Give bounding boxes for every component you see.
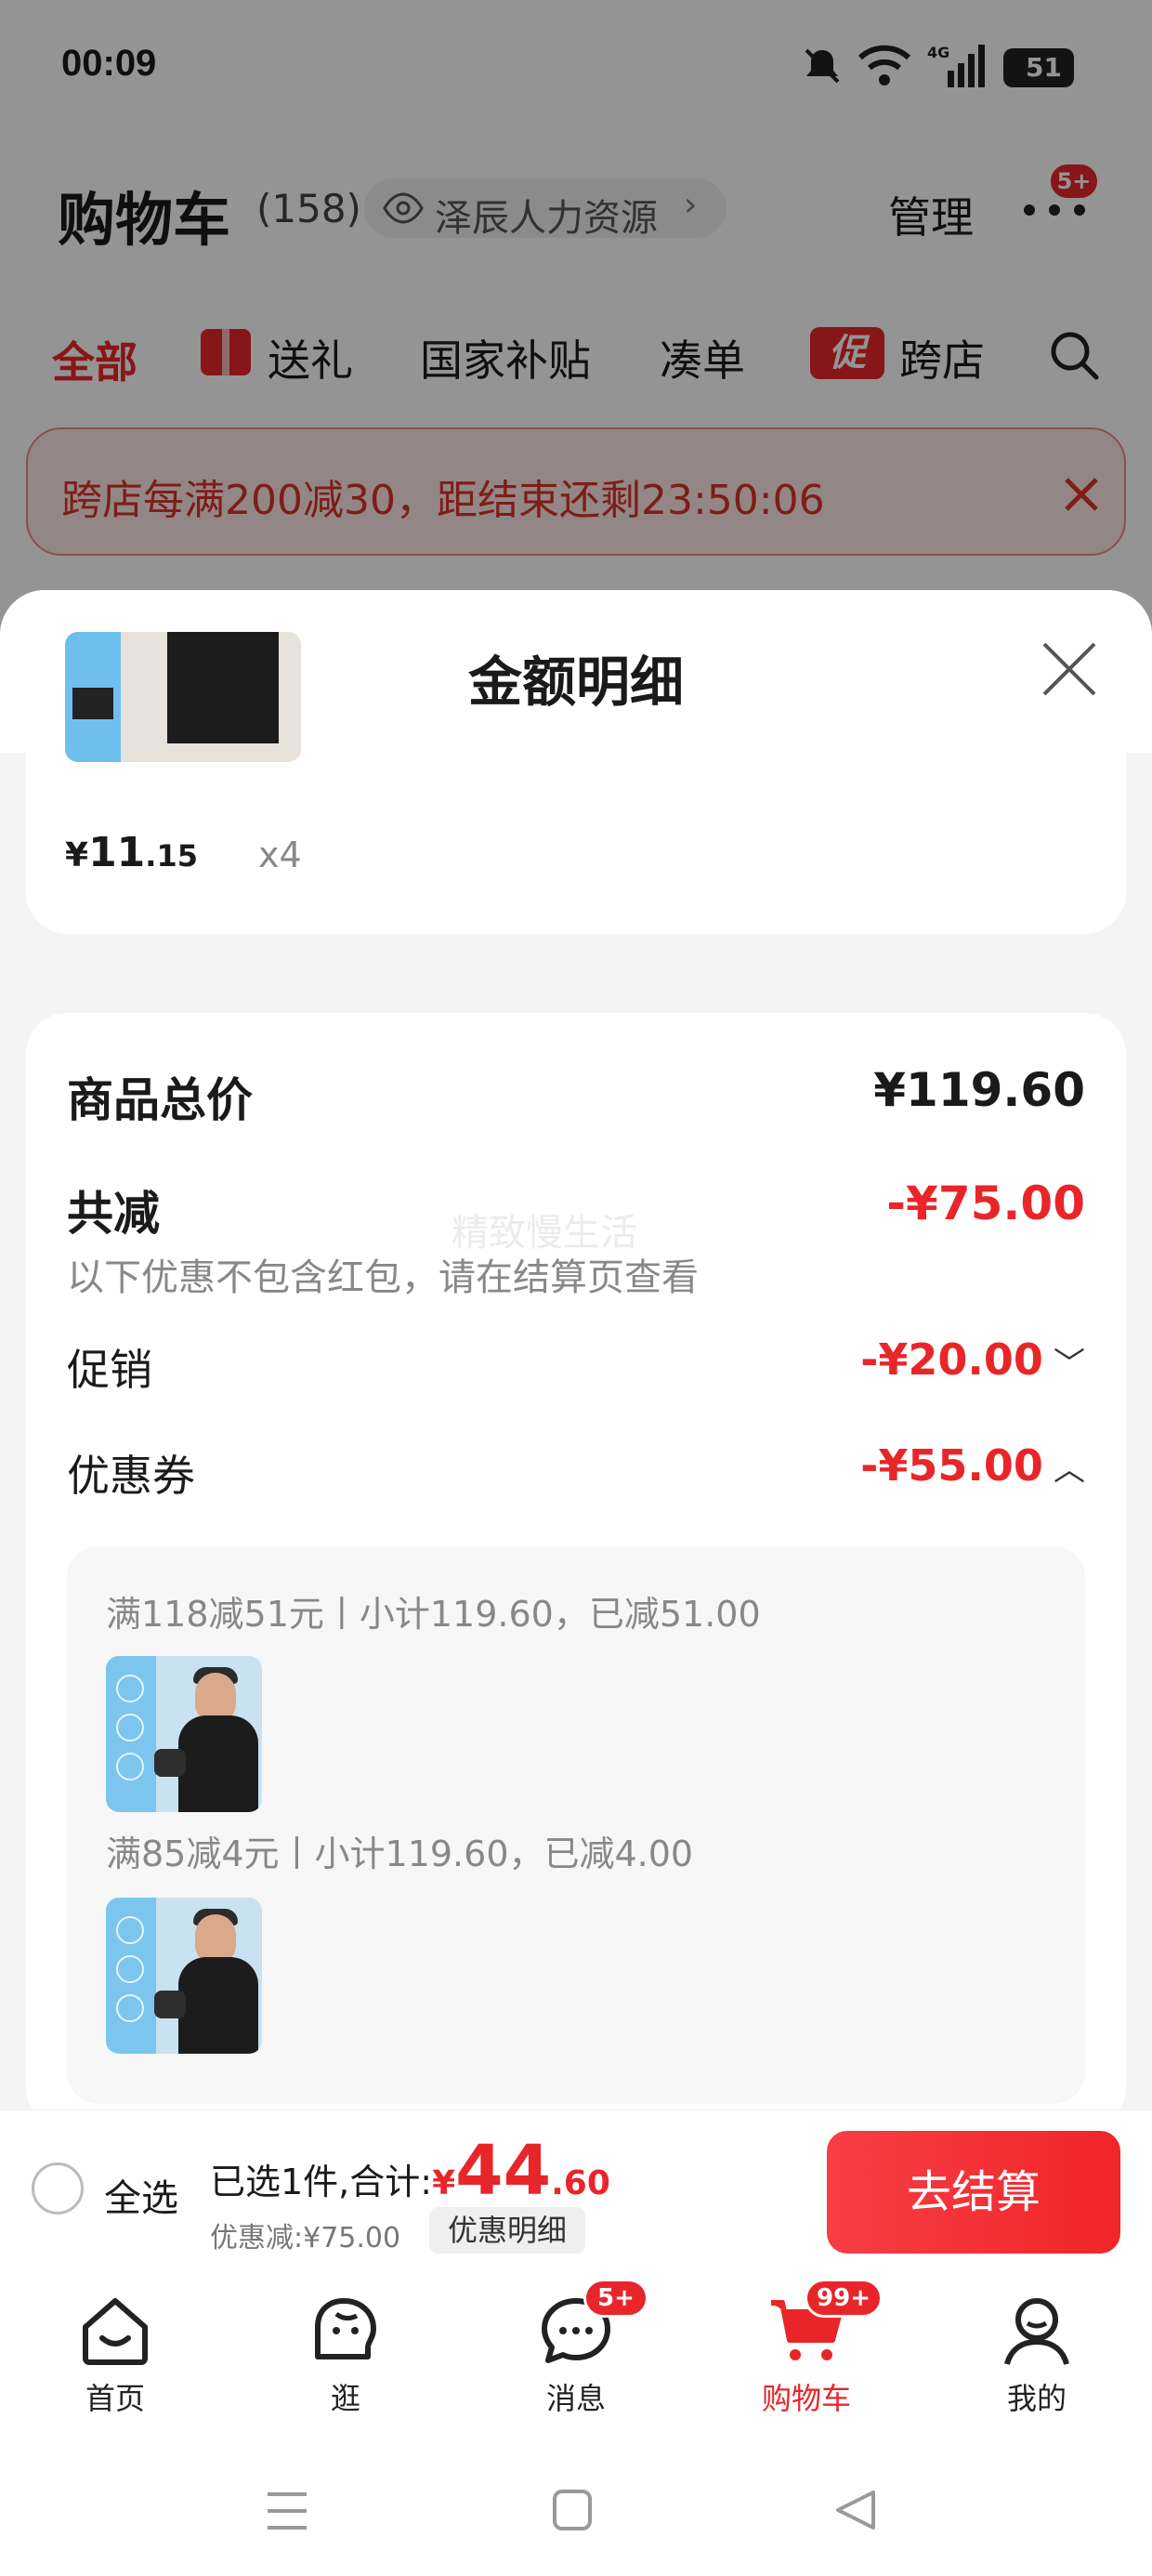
product-thumbnail[interactable] xyxy=(65,632,301,762)
coupon-row-toggle[interactable]: -¥55.00 ︿ xyxy=(860,1440,1085,1491)
chevron-up-icon: ︿ xyxy=(1054,1452,1085,1489)
total-label: 商品总价 xyxy=(67,1073,253,1127)
coupon-breakdown: 满118减51元丨小计119.60，已减51.00 满85减4元丨小计119.6… xyxy=(67,1546,1085,2104)
back-icon[interactable] xyxy=(834,2489,877,2531)
browse-icon xyxy=(315,2298,376,2359)
total-value: ¥119.60 xyxy=(873,1063,1085,1117)
discount-value: -¥75.00 xyxy=(886,1176,1085,1230)
messages-badge: 5+ xyxy=(583,2279,648,2318)
discount-detail-button[interactable]: 优惠明细 xyxy=(429,2207,586,2254)
coupon-product-thumbnail[interactable] xyxy=(106,1898,262,2054)
checkout-bar: 全选 已选1件,合计:¥44.60 优惠减:¥75.00 优惠明细 去结算 xyxy=(0,2109,1152,2273)
select-all-label[interactable]: 全选 xyxy=(104,2168,178,2222)
checkout-button[interactable]: 去结算 xyxy=(827,2131,1120,2254)
selected-text: 已选1件,合计: xyxy=(210,2162,433,2202)
tab-profile[interactable]: 我的 xyxy=(962,2295,1111,2418)
coupon-rule: 满118减51元丨小计119.60，已减51.00 xyxy=(106,1594,761,1635)
modal-overlay[interactable] xyxy=(0,0,1152,651)
tab-messages-label: 消息 xyxy=(545,2381,606,2416)
profile-icon xyxy=(1004,2298,1069,2365)
tab-profile-label: 我的 xyxy=(1006,2381,1067,2416)
promotion-label: 促销 xyxy=(67,1345,152,1395)
coupon-value: -¥55.00 xyxy=(860,1440,1043,1491)
select-all-checkbox[interactable] xyxy=(32,2162,84,2215)
chevron-down-icon: ﹀ xyxy=(1054,1346,1085,1383)
product-card: ¥11.15 x4 xyxy=(26,632,1126,934)
watermark: 精致慢生活 xyxy=(452,1212,637,1255)
product-quantity: x4 xyxy=(258,835,302,875)
selected-summary: 已选1件,合计:¥44.60 xyxy=(210,2131,610,2211)
system-nav-bar xyxy=(0,2444,1152,2576)
home-icon xyxy=(83,2298,148,2365)
total-decimal: .60 xyxy=(551,2164,610,2202)
price-symbol: ¥ xyxy=(65,836,89,874)
tab-cart-label: 购物车 xyxy=(761,2381,851,2416)
tab-home[interactable]: 首页 xyxy=(41,2295,190,2418)
promotion-value: -¥20.00 xyxy=(860,1334,1043,1385)
tab-home-label: 首页 xyxy=(85,2381,145,2416)
home-square-icon[interactable] xyxy=(552,2489,593,2531)
price-decimal: .15 xyxy=(145,838,198,874)
coupon-label: 优惠券 xyxy=(67,1451,195,1501)
cart-badge: 99+ xyxy=(805,2279,883,2318)
bottom-tab-bar: 首页 逛 消息 5+ 购物车 99+ 我的 xyxy=(0,2273,1152,2468)
total-integer: 44 xyxy=(455,2131,552,2211)
coupon-rule: 满85减4元丨小计119.60，已减4.00 xyxy=(106,1833,694,1874)
tab-browse[interactable]: 逛 xyxy=(271,2295,420,2418)
promotion-row-toggle[interactable]: -¥20.00 ﹀ xyxy=(860,1334,1085,1385)
close-icon[interactable] xyxy=(1041,640,1098,698)
discount-label: 共减 xyxy=(67,1187,160,1241)
price-detail-sheet: 金额明细 ¥11.15 x4 商品总价 ¥119.60 共减 -¥75.00 以… xyxy=(0,590,1152,2109)
total-currency: ¥ xyxy=(432,2164,456,2202)
coupon-product-thumbnail[interactable] xyxy=(106,1656,262,1812)
menu-icon[interactable] xyxy=(266,2491,308,2531)
discount-summary: 优惠减:¥75.00 xyxy=(210,2222,401,2254)
product-price: ¥11.15 xyxy=(65,829,198,876)
price-integer: 11 xyxy=(88,829,146,876)
price-summary-card: 商品总价 ¥119.60 共减 -¥75.00 以下优惠不包含红包，请在结算页查… xyxy=(26,1013,1126,2109)
tab-browse-label: 逛 xyxy=(330,2381,360,2416)
